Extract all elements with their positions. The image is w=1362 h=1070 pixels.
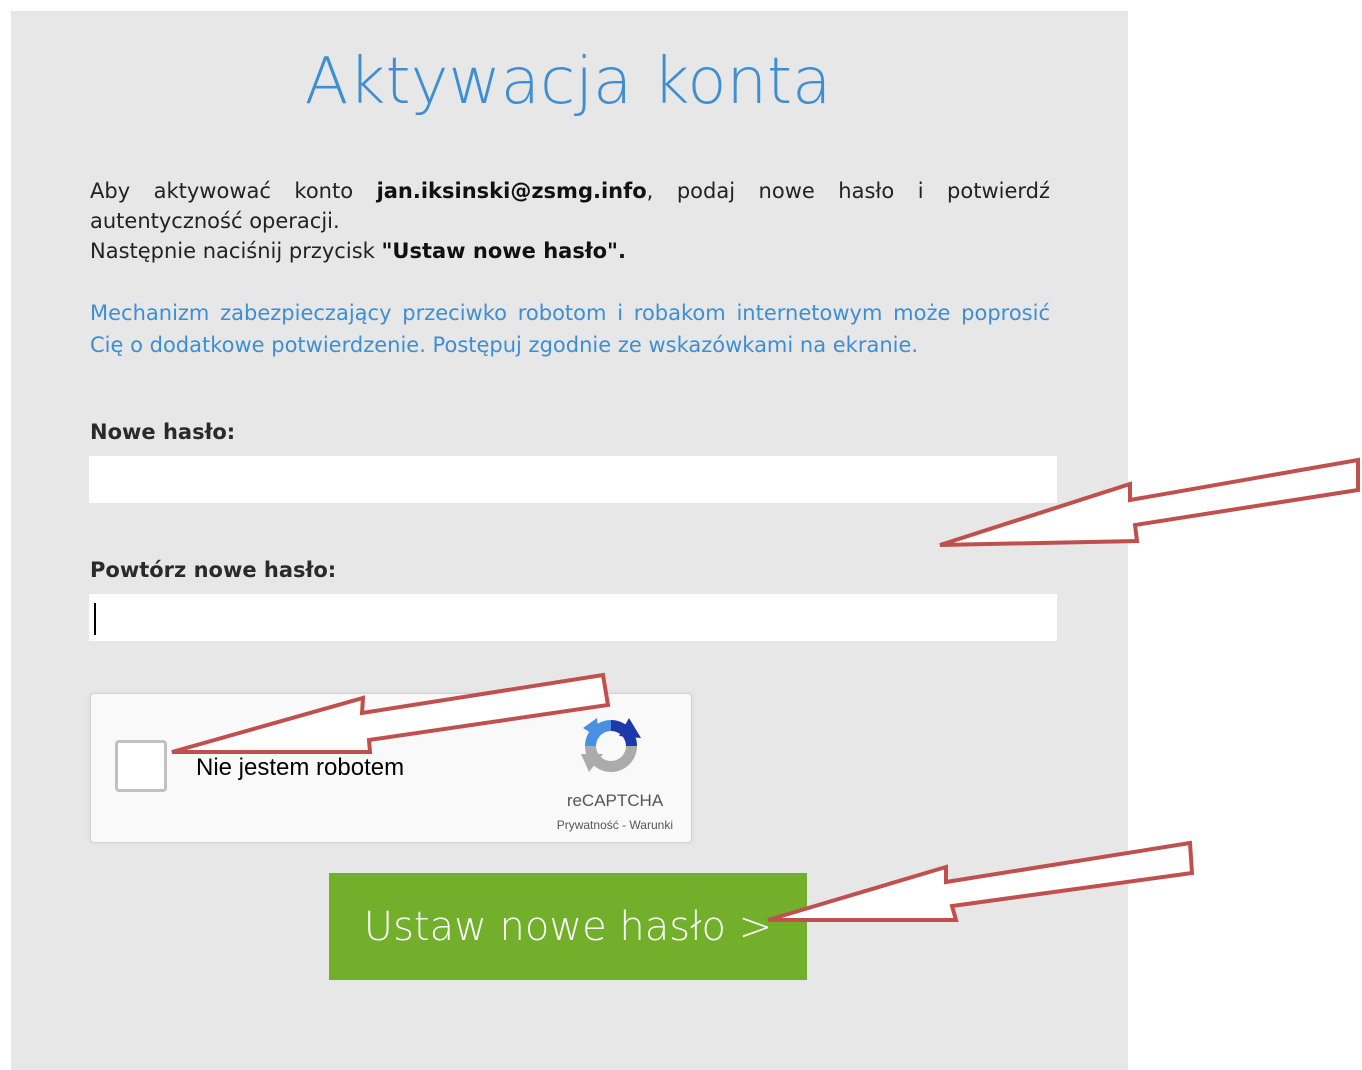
security-notice: Mechanizm zabezpieczający przeciwko robo… — [90, 301, 1050, 357]
recaptcha-privacy-link[interactable]: Prywatność — [557, 818, 619, 832]
intro-button-reference: "Ustaw nowe hasło". — [381, 239, 626, 263]
recaptcha-links: Prywatność - Warunki — [501, 818, 673, 832]
set-new-password-button[interactable]: Ustaw nowe hasło > — [329, 873, 807, 980]
account-email: jan.iksinski@zsmg.info — [376, 179, 647, 203]
recaptcha-terms-link[interactable]: Warunki — [629, 818, 673, 832]
recaptcha-brand: reCAPTCHA — [566, 791, 664, 810]
recaptcha-checkbox[interactable] — [115, 740, 167, 792]
page-title: Aktywacja konta — [304, 45, 832, 119]
intro-next-prefix: Następnie naciśnij przycisk — [90, 239, 382, 263]
recaptcha-label: Nie jestem robotem — [196, 754, 405, 781]
intro-prefix: Aby aktywować konto — [90, 179, 377, 203]
recaptcha-logo-icon — [581, 718, 641, 772]
new-password-input[interactable] — [89, 456, 1057, 503]
recaptcha-link-separator: - — [618, 818, 630, 832]
intro-text: Aby aktywować konto jan.iksinski@zsmg.in… — [90, 176, 1050, 266]
recaptcha-widget: Nie jestem robotem reCAPTCHA Prywatność … — [90, 693, 692, 843]
new-password-label: Nowe hasło: — [90, 420, 236, 444]
activation-page: Aktywacja konta Aby aktywować konto jan.… — [0, 0, 1362, 1070]
repeat-password-label: Powtórz nowe hasło: — [90, 558, 337, 582]
repeat-password-input[interactable] — [89, 594, 1057, 641]
text-caret — [94, 603, 96, 635]
